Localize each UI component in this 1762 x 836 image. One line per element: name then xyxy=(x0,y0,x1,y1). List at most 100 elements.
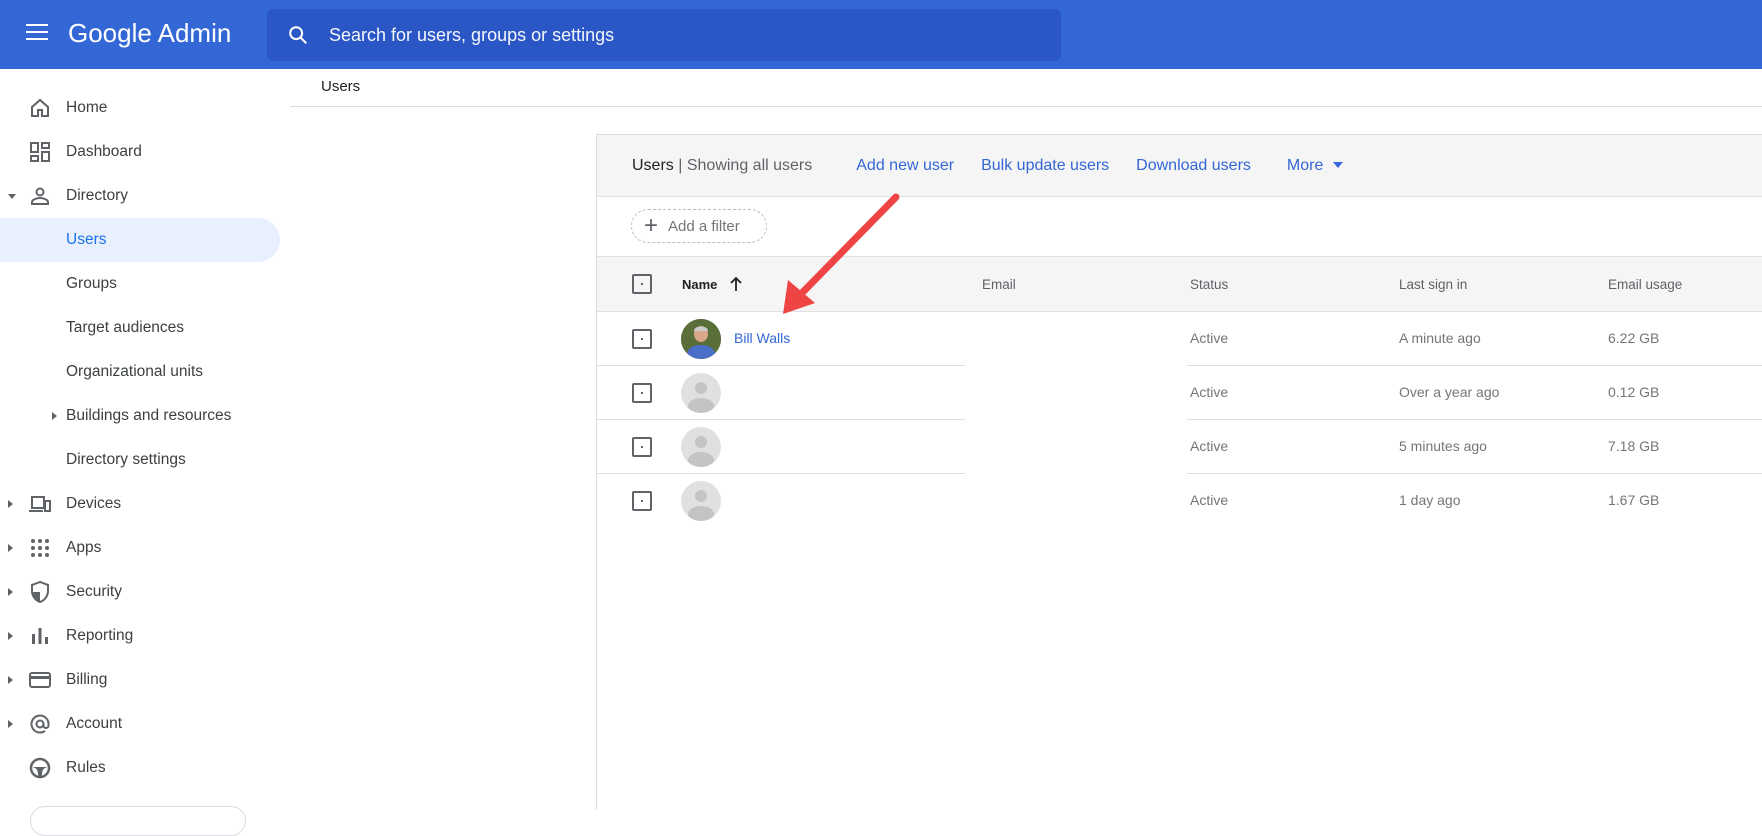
sidebar-item-organizational-units[interactable]: Organizational units xyxy=(0,350,280,394)
sidebar-label: Buildings and resources xyxy=(66,407,232,424)
caret-right-icon[interactable] xyxy=(8,544,13,552)
app-title[interactable]: Google Admin xyxy=(68,18,231,49)
sidebar-label: Home xyxy=(66,99,108,116)
sidebar-label: Rules xyxy=(66,759,106,776)
table-row[interactable]: Bill Walls Active A minute ago 6.22 GB xyxy=(597,312,1762,366)
plus-icon: + xyxy=(644,212,659,239)
sort-ascending-icon[interactable] xyxy=(729,276,743,292)
sidebar-label: Security xyxy=(66,583,122,600)
caret-down-icon[interactable] xyxy=(8,193,16,199)
sidebar-label: Devices xyxy=(66,495,122,512)
more-button[interactable]: More xyxy=(1286,156,1344,175)
at-sign-icon xyxy=(30,714,50,734)
top-bar: Google Admin Search for users, groups or… xyxy=(0,0,1762,69)
steering-wheel-icon xyxy=(29,757,51,779)
row-checkbox[interactable] xyxy=(632,329,652,349)
email-usage-cell: 0.12 GB xyxy=(1608,384,1660,400)
caret-right-icon[interactable] xyxy=(8,632,13,640)
home-icon xyxy=(31,98,49,117)
search-placeholder: Search for users, groups or settings xyxy=(329,24,615,45)
column-header-email[interactable]: Email xyxy=(982,277,1016,292)
add-new-user-button[interactable]: Add new user xyxy=(856,157,954,175)
card-title-text: Users xyxy=(632,156,674,174)
menu-icon[interactable] xyxy=(26,24,48,42)
apps-grid-icon xyxy=(31,539,49,557)
sidebar-item-users[interactable]: Users xyxy=(0,218,280,262)
column-header-status[interactable]: Status xyxy=(1190,277,1228,292)
breadcrumb: Users xyxy=(321,78,361,95)
column-header-email-usage[interactable]: Email usage xyxy=(1608,277,1682,292)
filter-label: Add a filter xyxy=(668,217,740,235)
sidebar-item-directory-settings[interactable]: Directory settings xyxy=(0,438,280,482)
sidebar-label: Apps xyxy=(66,539,102,556)
email-usage-cell: 7.18 GB xyxy=(1608,438,1660,454)
more-label: More xyxy=(1286,156,1324,174)
avatar[interactable] xyxy=(681,373,721,413)
row-checkbox[interactable] xyxy=(632,491,652,511)
download-users-button[interactable]: Download users xyxy=(1136,157,1251,175)
sidebar-label: Directory settings xyxy=(66,451,186,468)
sidebar-item-account[interactable]: Account xyxy=(0,702,280,746)
sidebar-label: Groups xyxy=(66,275,117,292)
caret-right-icon[interactable] xyxy=(8,720,13,728)
sidebar-item-devices[interactable]: Devices xyxy=(0,482,280,526)
separator: | xyxy=(678,156,683,174)
sidebar-item-reporting[interactable]: Reporting xyxy=(0,614,280,658)
avatar[interactable] xyxy=(681,427,721,467)
sidebar-label: Billing xyxy=(66,671,108,688)
table-row[interactable]: Active Over a year ago 0.12 GB xyxy=(597,366,1762,420)
column-header-name[interactable]: Name xyxy=(682,277,717,292)
caret-down-icon xyxy=(1333,162,1344,169)
sidebar-label: Dashboard xyxy=(66,143,142,160)
caret-right-icon[interactable] xyxy=(8,588,13,596)
sidebar-label: Account xyxy=(66,715,123,732)
sidebar-item-directory[interactable]: Directory xyxy=(0,174,280,218)
avatar[interactable] xyxy=(681,481,721,521)
table-header: Name Email Status Last sign in Email usa… xyxy=(597,257,1762,312)
add-filter-button[interactable]: + Add a filter xyxy=(631,209,767,243)
bar-chart-icon xyxy=(32,628,48,644)
sidebar: Home Dashboard Directory Users Groups Ta… xyxy=(0,69,290,836)
select-all-checkbox[interactable] xyxy=(632,274,652,294)
sidebar-item-billing[interactable]: Billing xyxy=(0,658,280,702)
last-sign-in-cell: A minute ago xyxy=(1399,330,1481,346)
email-usage-cell: 1.67 GB xyxy=(1608,492,1660,508)
filter-row: + Add a filter xyxy=(597,197,1762,257)
last-sign-in-cell: 5 minutes ago xyxy=(1399,438,1487,454)
bulk-update-users-button[interactable]: Bulk update users xyxy=(981,157,1109,175)
sidebar-item-buildings-and-resources[interactable]: Buildings and resources xyxy=(0,394,280,438)
sidebar-item-target-audiences[interactable]: Target audiences xyxy=(0,306,280,350)
sidebar-item-apps[interactable]: Apps xyxy=(0,526,280,570)
status-cell: Active xyxy=(1190,384,1229,400)
caret-right-icon[interactable] xyxy=(8,676,13,684)
last-sign-in-cell: Over a year ago xyxy=(1399,384,1500,400)
sidebar-label: Users xyxy=(66,231,107,248)
card-subtitle: Showing all users xyxy=(686,156,813,174)
row-checkbox[interactable] xyxy=(632,437,652,457)
sidebar-item-security[interactable]: Security xyxy=(0,570,280,614)
table-row[interactable]: Active 1 day ago 1.67 GB xyxy=(597,474,1762,528)
row-checkbox[interactable] xyxy=(632,383,652,403)
person-icon xyxy=(31,187,49,205)
shield-icon xyxy=(31,580,49,604)
avatar[interactable] xyxy=(681,319,721,359)
caret-right-icon[interactable] xyxy=(8,500,13,508)
sidebar-item-dashboard[interactable]: Dashboard xyxy=(0,130,280,174)
sidebar-label: Directory xyxy=(66,187,129,204)
dashboard-icon xyxy=(30,142,50,162)
status-cell: Active xyxy=(1190,438,1229,454)
sidebar-item-groups[interactable]: Groups xyxy=(0,262,280,306)
credit-card-icon xyxy=(29,672,51,688)
column-header-last-sign-in[interactable]: Last sign in xyxy=(1399,277,1467,292)
sidebar-item-home[interactable]: Home xyxy=(0,86,280,130)
card-header: Users | Showing all users Add new user B… xyxy=(597,135,1762,197)
sidebar-label: Target audiences xyxy=(66,319,185,336)
caret-right-icon[interactable] xyxy=(52,412,57,420)
search-icon xyxy=(289,26,307,44)
sidebar-bottom-button[interactable] xyxy=(30,806,246,836)
sidebar-item-rules[interactable]: Rules xyxy=(0,746,280,790)
last-sign-in-cell: 1 day ago xyxy=(1399,492,1461,508)
user-name-link[interactable]: Bill Walls xyxy=(734,330,790,346)
search-input[interactable]: Search for users, groups or settings xyxy=(267,9,1061,61)
table-row[interactable]: Active 5 minutes ago 7.18 GB xyxy=(597,420,1762,474)
